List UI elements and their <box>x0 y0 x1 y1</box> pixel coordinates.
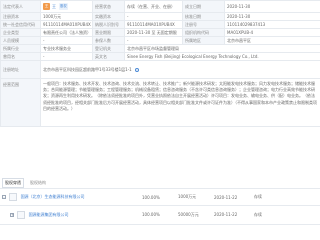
expand-toggle-icon[interactable]: + <box>10 212 14 217</box>
region-value: 北京市昌平区 <box>223 36 320 45</box>
name-label: 曾用名 <box>0 52 41 61</box>
table-row[interactable]: - 国源（北京）生态能源科技有限公司 100.00% 1000万元 2020-1… <box>0 190 320 206</box>
authority-value: 北京市昌平区市场监督管理局 <box>123 44 320 53</box>
english-label: 英文名 <box>92 52 125 61</box>
org-value: MA01XPUB-4 <box>223 28 320 37</box>
term-label: 营业期限 <box>92 28 125 37</box>
equity-tag[interactable]: 股权 <box>59 3 68 10</box>
tab-equity-structure[interactable]: 股权结构 <box>28 179 48 187</box>
term-value: 2020-11-30 至 无固定期限 <box>124 28 183 37</box>
collapse-toggle-icon[interactable]: - <box>2 195 6 200</box>
holding-name-cell: - 国源（北京）生态能源科技有限公司 <box>0 190 140 206</box>
holding-ratio: 100.00% <box>140 205 176 225</box>
holding-capital: 50000万元 <box>176 205 212 225</box>
legal-rep-cell: 王 王 股权 <box>40 0 93 13</box>
section-tabs: 股权穿透 股权结构 <box>0 178 320 189</box>
holding-ratio: 100.00% <box>140 190 176 206</box>
established-label: 成立日期 <box>182 0 225 13</box>
status-value: 存续（在营、开业、在册） <box>124 0 183 13</box>
company-logo-icon <box>9 193 18 202</box>
scope-label: 经营范围 <box>0 78 41 127</box>
regno-value: 110114029837413 <box>223 20 320 29</box>
credit-code-value: 91110114MA01XPUB4X <box>40 20 93 29</box>
holding-capital: 1000万元 <box>176 190 212 206</box>
holding-name-cell: + 国源能源集团有限公司 <box>0 205 140 225</box>
avatar: 王 <box>43 3 50 10</box>
credit-code-label: 统一社会信用代码 <box>0 20 41 29</box>
table-row[interactable]: + 国源能源集团有限公司 100.00% 50000万元 2020-11-22 … <box>0 205 320 225</box>
company-logo-icon <box>17 210 26 219</box>
business-info-table: 法定代表人 王 王 股权 经营状态 存续（在营、开业、在册） 成立日期 2020… <box>0 0 320 127</box>
region-label: 所属地区 <box>182 36 225 45</box>
company-type-value: 有限责任公司（法人独资） <box>40 28 93 37</box>
map-pin-icon[interactable] <box>135 68 139 72</box>
regno-label: 注册号 <box>182 20 225 29</box>
holding-name-link[interactable]: 国源（北京）生态能源科技有限公司 <box>21 194 85 199</box>
industry-value: 专业技术服务业 <box>40 44 93 53</box>
industry-label: 所属行业 <box>0 44 41 53</box>
taxpayer-value: 91110114MA01XPUB4X <box>124 20 183 29</box>
insured-label: 参保人数 <box>92 36 125 45</box>
scope-value: 一般项目：技术服务、技术开发、技术咨询、技术交流、技术转让、技术推广；新兴能源技… <box>39 78 320 127</box>
holding-status: 存续 <box>252 190 320 206</box>
holding-date: 2020-11-22 <box>212 190 252 206</box>
english-value: Sinee Energy Fish (Beijing) Ecological E… <box>123 52 320 61</box>
address-value: 北京市昌平区科技园区超前路甲1号33号楼1层1-1 <box>43 67 132 72</box>
authority-label: 登记机关 <box>92 44 125 53</box>
address-label: 注册地址 <box>0 60 41 79</box>
established-value: 2020-11-30 <box>223 0 320 13</box>
taxpayer-label: 纳税人识别号 <box>92 20 125 29</box>
legal-rep-link[interactable]: 王 <box>52 3 56 10</box>
holding-name-link[interactable]: 国源能源集团有限公司 <box>29 212 69 217</box>
company-type-label: 企业类型 <box>0 28 41 37</box>
paidin-value: - <box>124 12 183 21</box>
staff-label: 人员规模 <box>0 36 41 45</box>
org-label: 组织机构代码 <box>182 28 225 37</box>
staff-value: - <box>40 36 93 45</box>
tab-equity-penetration[interactable]: 股权穿透 <box>2 178 24 188</box>
paidin-label: 实缴资本 <box>92 12 125 21</box>
approval-value: 2020-11-30 <box>223 12 320 21</box>
status-label: 经营状态 <box>92 0 125 13</box>
insured-value: - <box>124 36 183 45</box>
approval-label: 核准日期 <box>182 12 225 21</box>
reg-capital-value: 1000万元 <box>40 12 93 21</box>
reg-capital-label: 注册资本 <box>0 12 41 21</box>
holding-date: 2020-11-22 <box>212 205 252 225</box>
holdings-table: - 国源（北京）生态能源科技有限公司 100.00% 1000万元 2020-1… <box>0 190 320 225</box>
legal-rep-label: 法定代表人 <box>0 0 41 13</box>
name-value: - <box>40 52 93 61</box>
address-cell: 北京市昌平区科技园区超前路甲1号33号楼1层1-1 <box>39 60 320 79</box>
holding-status: 存续 <box>252 205 320 225</box>
